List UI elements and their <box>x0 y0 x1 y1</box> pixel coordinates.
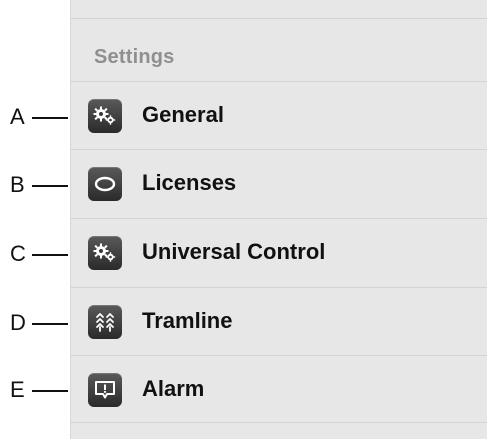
callout-c: C <box>0 241 70 267</box>
section-title: Settings <box>94 46 175 68</box>
tramline-arrows-icon <box>88 305 122 339</box>
settings-item-label: Alarm <box>142 376 205 401</box>
settings-item-alarm[interactable]: Alarm <box>71 355 487 423</box>
settings-item-tramline[interactable]: Tramline <box>71 287 487 355</box>
callout-e: E <box>0 377 70 403</box>
settings-item-licenses[interactable]: Licenses <box>71 149 487 217</box>
settings-item-label: General <box>142 102 224 127</box>
callout-leader-line <box>32 254 68 256</box>
settings-item-general[interactable]: General <box>71 81 487 149</box>
callout-leader-line <box>32 185 68 187</box>
callout-letter: E <box>10 377 25 402</box>
alarm-message-icon <box>88 373 122 407</box>
gears-icon <box>88 99 122 133</box>
gears-icon <box>88 236 122 270</box>
callout-letter: D <box>10 310 26 335</box>
callout-letter: A <box>10 104 25 129</box>
settings-item-label: Tramline <box>142 308 233 333</box>
callout-leader-line <box>32 117 68 119</box>
settings-item-universal-control[interactable]: Universal Control <box>71 218 487 286</box>
callout-leader-line <box>32 390 68 392</box>
callout-leader-line <box>32 323 68 325</box>
settings-item-label: Universal Control <box>142 239 326 264</box>
callout-a: A <box>0 104 70 130</box>
settings-item-label: Licenses <box>142 170 237 195</box>
settings-panel: Settings General Licenses Universal Cont… <box>70 0 487 439</box>
callout-b: B <box>0 172 70 198</box>
callout-letter: C <box>10 241 26 266</box>
callout-letter: B <box>10 172 25 197</box>
figure: A B C D E Settings General Licenses Univ… <box>0 0 487 439</box>
divider <box>71 18 487 19</box>
oval-icon <box>88 167 122 201</box>
callout-d: D <box>0 310 70 336</box>
